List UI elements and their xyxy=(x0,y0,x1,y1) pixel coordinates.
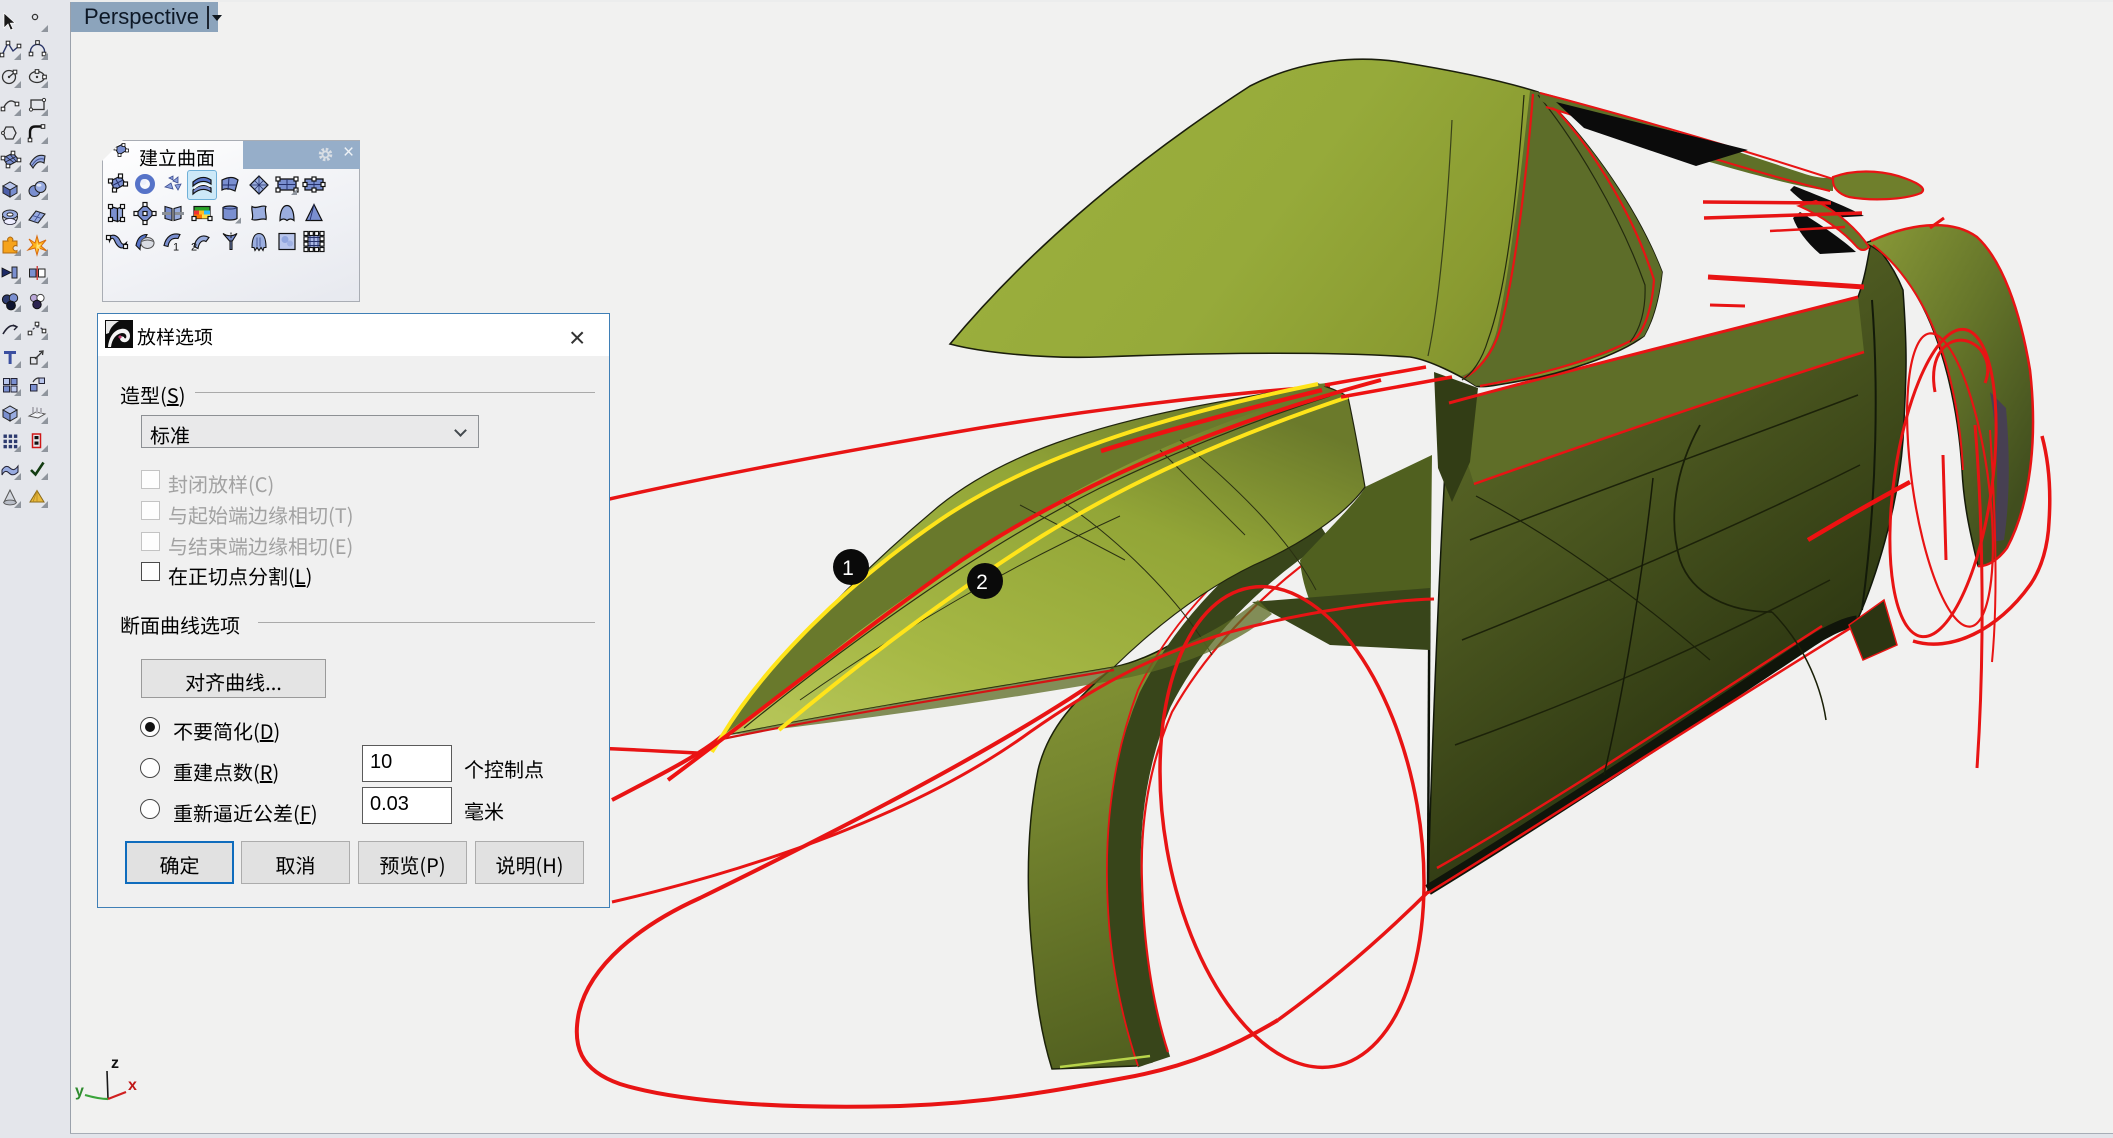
svg-text:2: 2 xyxy=(976,571,988,594)
svg-text:x: x xyxy=(128,1077,137,1094)
svg-text:1: 1 xyxy=(842,557,854,580)
svg-text:2: 2 xyxy=(191,242,197,254)
svg-text:1: 1 xyxy=(173,242,179,254)
svg-text:y: y xyxy=(75,1083,84,1100)
svg-text:z: z xyxy=(111,1055,119,1072)
